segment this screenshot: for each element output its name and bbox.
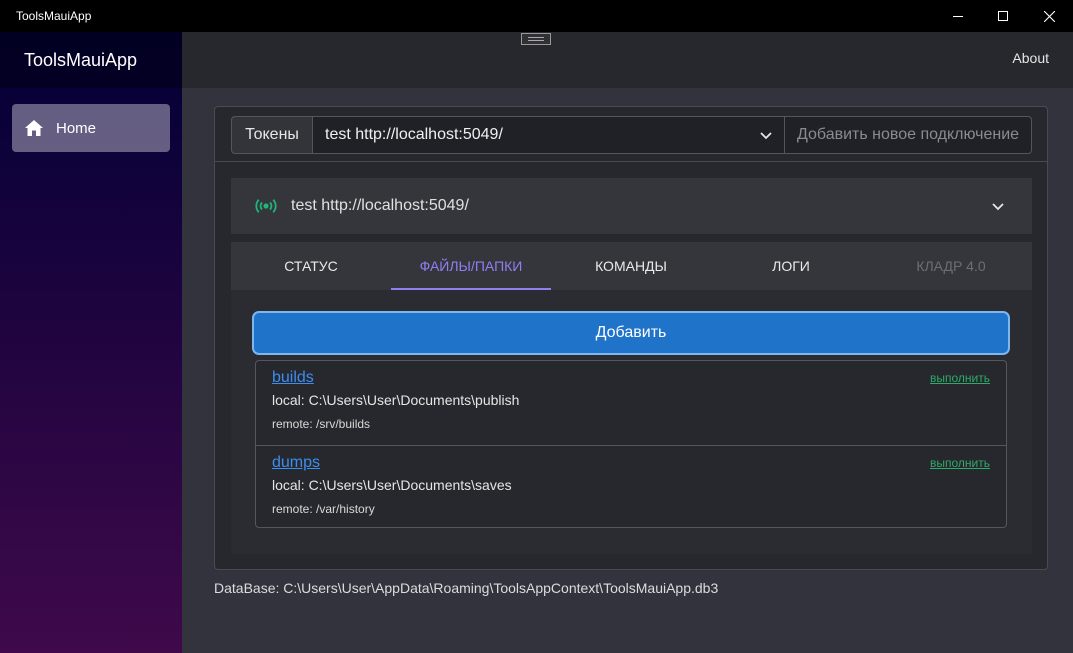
item-name-link[interactable]: builds bbox=[272, 369, 990, 387]
maximize-icon bbox=[998, 11, 1008, 21]
tab-status[interactable]: СТАТУС bbox=[231, 242, 391, 290]
list-item: builds local: C:\Users\User\Documents\pu… bbox=[256, 361, 1006, 445]
item-remote-path: remote: /srv/builds bbox=[272, 417, 371, 431]
database-path: DataBase: C:\Users\User\AppData\Roaming\… bbox=[214, 580, 719, 596]
execute-link[interactable]: выполнить bbox=[930, 456, 990, 470]
close-icon bbox=[1043, 10, 1055, 22]
home-icon bbox=[25, 120, 43, 136]
about-link[interactable]: About bbox=[1012, 50, 1049, 66]
main-content: About Токены test http://localhost:5049/… bbox=[182, 32, 1073, 653]
minimize-icon bbox=[953, 16, 963, 17]
window-titlebar: ToolsMauiApp bbox=[0, 0, 1073, 32]
close-button[interactable] bbox=[1026, 0, 1072, 32]
files-list: builds local: C:\Users\User\Documents\pu… bbox=[255, 360, 1007, 528]
tokens-label[interactable]: Токены bbox=[231, 116, 312, 154]
connection-card: Токены test http://localhost:5049/ Добав… bbox=[214, 106, 1048, 570]
maximize-button[interactable] bbox=[980, 0, 1026, 32]
tab-bar: СТАТУС ФАЙЛЫ/ПАПКИ КОМАНДЫ ЛОГИ КЛАДР 4.… bbox=[231, 242, 1032, 290]
list-item: dumps local: C:\Users\User\Documents\sav… bbox=[256, 445, 1006, 529]
connection-accordion-header[interactable]: test http://localhost:5049/ bbox=[231, 178, 1032, 234]
item-remote-path: remote: /var/history bbox=[272, 502, 375, 516]
app-name: ToolsMauiApp bbox=[0, 32, 182, 88]
new-connection-input[interactable]: Добавить новое подключение bbox=[785, 116, 1032, 154]
top-bar: About bbox=[182, 32, 1073, 88]
chevron-down-icon bbox=[992, 203, 1004, 211]
connection-select[interactable]: test http://localhost:5049/ bbox=[312, 116, 785, 154]
drag-handle[interactable] bbox=[521, 33, 551, 45]
connection-select-value: test http://localhost:5049/ bbox=[325, 126, 503, 143]
add-button[interactable]: Добавить bbox=[254, 313, 1008, 353]
accordion-title: test http://localhost:5049/ bbox=[291, 197, 469, 214]
sidebar: ToolsMauiApp Home bbox=[0, 32, 182, 653]
files-tab-panel: Добавить builds local: C:\Users\User\Doc… bbox=[231, 290, 1032, 554]
tab-commands[interactable]: КОМАНДЫ bbox=[551, 242, 711, 290]
item-local-path: local: C:\Users\User\Documents\saves bbox=[272, 477, 512, 493]
execute-link[interactable]: выполнить bbox=[930, 371, 990, 385]
window-title: ToolsMauiApp bbox=[16, 9, 92, 23]
sidebar-item-home[interactable]: Home bbox=[12, 104, 170, 152]
connection-input-group: Токены test http://localhost:5049/ Добав… bbox=[231, 116, 1032, 154]
divider bbox=[215, 161, 1047, 162]
chevron-down-icon bbox=[760, 132, 772, 140]
tab-files-folders[interactable]: ФАЙЛЫ/ПАПКИ bbox=[391, 242, 551, 290]
item-name-link[interactable]: dumps bbox=[272, 454, 990, 472]
tab-logs[interactable]: ЛОГИ bbox=[711, 242, 871, 290]
broadcast-icon bbox=[255, 199, 277, 213]
tab-kladr: КЛАДР 4.0 bbox=[916, 258, 986, 274]
sidebar-item-label: Home bbox=[56, 119, 97, 137]
minimize-button[interactable] bbox=[935, 0, 981, 32]
item-local-path: local: C:\Users\User\Documents\publish bbox=[272, 392, 520, 408]
